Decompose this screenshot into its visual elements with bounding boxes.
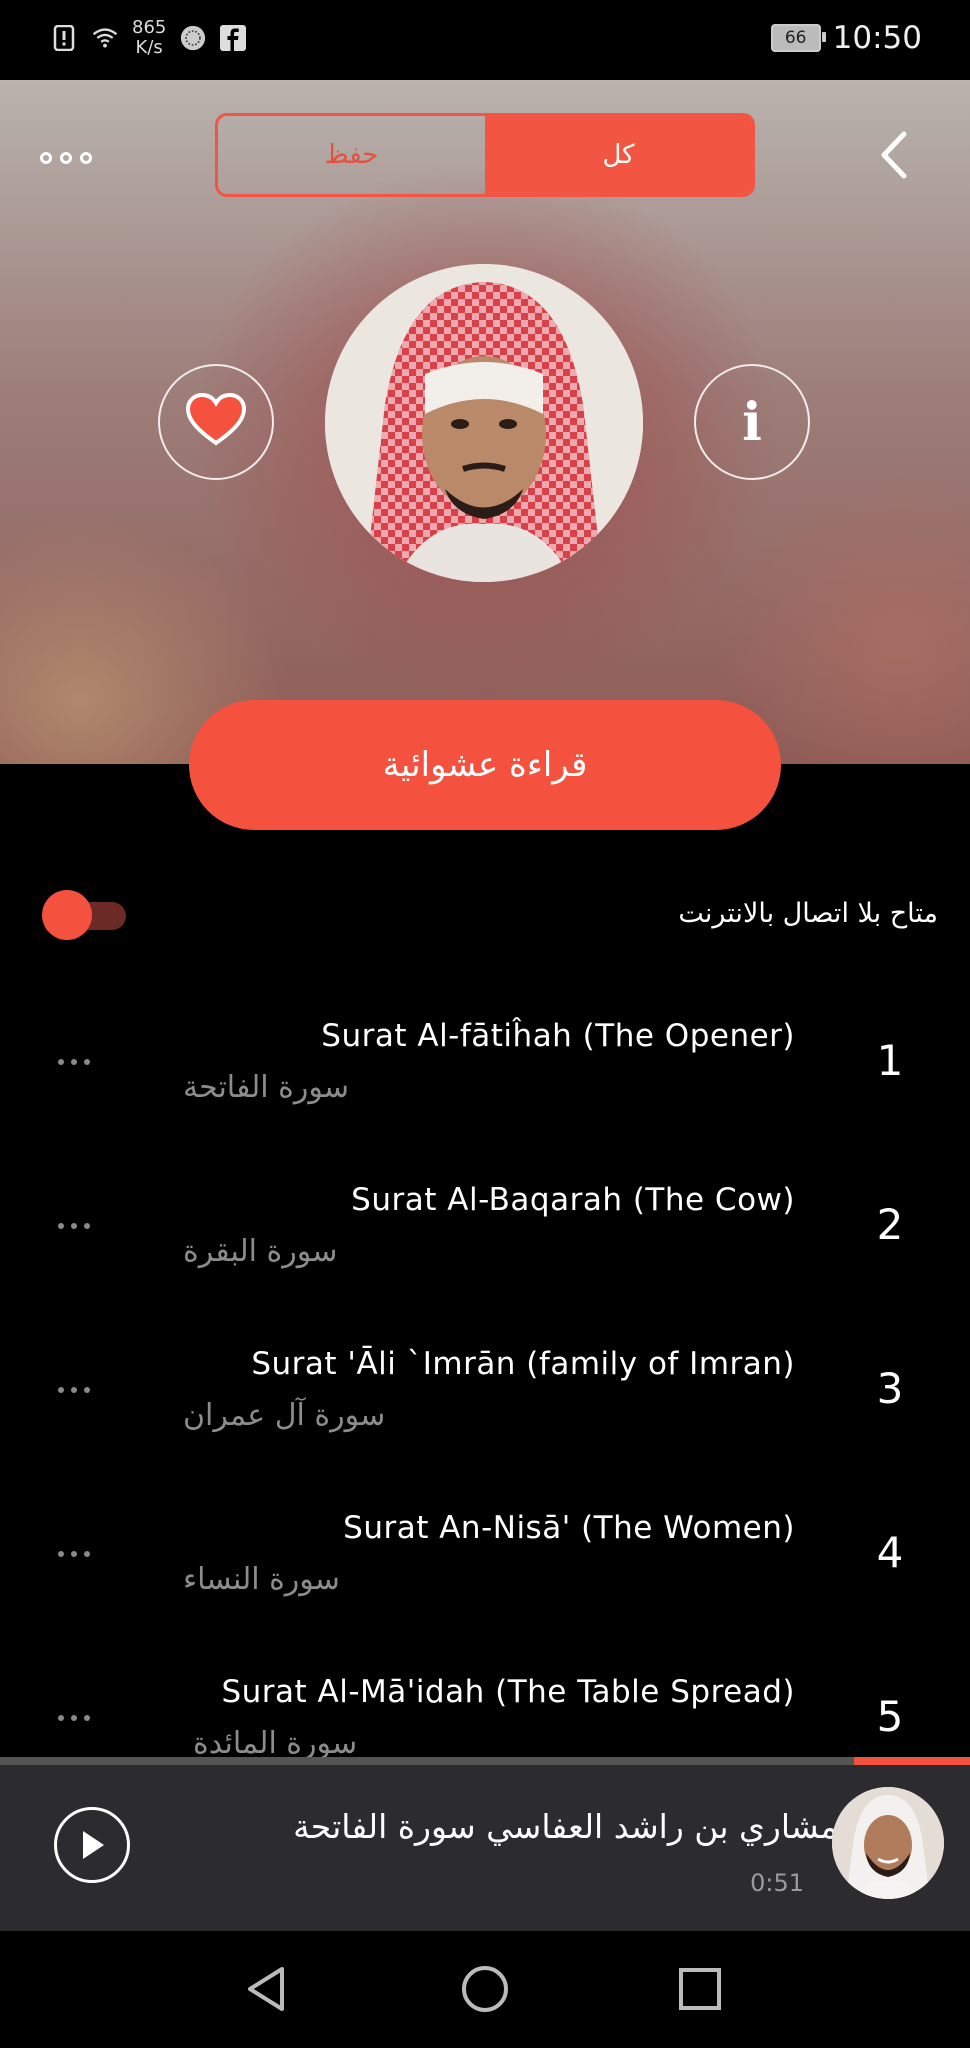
alert-icon bbox=[52, 25, 78, 51]
wifi-icon bbox=[92, 25, 118, 51]
surah-arabic-name: سورة الفاتحة bbox=[183, 1070, 349, 1105]
row-more-button[interactable] bbox=[58, 1206, 108, 1246]
toggle-knob bbox=[42, 890, 92, 940]
dot-icon bbox=[84, 1715, 90, 1721]
surah-title: Surat An-Nisā' (The Women) bbox=[343, 1510, 795, 1546]
surah-title: Surat Al-Mā'idah (The Table Spread) bbox=[221, 1674, 795, 1710]
playback-progress[interactable] bbox=[0, 1757, 970, 1765]
more-options-button[interactable] bbox=[40, 138, 110, 178]
now-playing-avatar bbox=[832, 1787, 944, 1899]
nav-recents-button[interactable] bbox=[672, 1961, 728, 2017]
play-icon bbox=[83, 1831, 104, 1859]
app-icon bbox=[180, 25, 206, 51]
surah-number: 2 bbox=[876, 1200, 904, 1249]
offline-label: متاح بلا اتصال بالانترنت bbox=[678, 898, 938, 929]
row-more-button[interactable] bbox=[58, 1534, 108, 1574]
dot-icon bbox=[84, 1059, 90, 1065]
surah-arabic-name: سورة البقرة bbox=[183, 1234, 338, 1269]
status-left: 865 K/s bbox=[52, 18, 247, 58]
tab-memorize[interactable]: حفظ bbox=[218, 116, 485, 194]
dot-icon bbox=[71, 1059, 77, 1065]
dot-icon bbox=[71, 1715, 77, 1721]
info-button[interactable]: i bbox=[694, 364, 810, 480]
list-item[interactable]: Surat 'Āli `Imrān (family of Imran) سورة… bbox=[0, 1318, 970, 1482]
offline-row: متاح بلا اتصال بالانترنت bbox=[0, 880, 970, 950]
favorite-button[interactable] bbox=[158, 364, 274, 480]
list-item[interactable]: Surat An-Nisā' (The Women) سورة النساء 4 bbox=[0, 1482, 970, 1646]
net-speed-value: 865 bbox=[132, 17, 167, 38]
clock: 10:50 bbox=[832, 20, 922, 56]
surah-title: Surat Al-fātiĥah (The Opener) bbox=[321, 1018, 795, 1054]
list-item[interactable]: Surat Al-Baqarah (The Cow) سورة البقرة 2 bbox=[0, 1154, 970, 1318]
dot-icon bbox=[71, 1223, 77, 1229]
recents-icon bbox=[679, 1968, 721, 2010]
dot-icon bbox=[71, 1387, 77, 1393]
dot-icon bbox=[58, 1223, 64, 1229]
dot-icon bbox=[84, 1387, 90, 1393]
surah-arabic-name: سورة المائدة bbox=[193, 1726, 358, 1761]
dot-icon bbox=[80, 152, 92, 164]
nav-home-button[interactable] bbox=[457, 1961, 513, 2017]
now-playing-title: مشاري بن راشد العفاسي سورة الفاتحة bbox=[293, 1807, 838, 1846]
filter-segment: حفظ كل bbox=[215, 113, 755, 197]
surah-number: 5 bbox=[876, 1692, 904, 1741]
home-icon bbox=[462, 1966, 508, 2012]
dot-icon bbox=[58, 1059, 64, 1065]
net-speed-unit: K/s bbox=[135, 37, 163, 58]
surah-number: 4 bbox=[876, 1528, 904, 1577]
play-button[interactable] bbox=[54, 1807, 130, 1883]
system-nav-bar bbox=[0, 1931, 970, 2048]
surah-title: Surat 'Āli `Imrān (family of Imran) bbox=[251, 1346, 795, 1382]
reciter-avatar bbox=[325, 264, 643, 582]
back-button[interactable] bbox=[870, 130, 920, 180]
net-speed: 865 K/s bbox=[132, 18, 166, 58]
dot-icon bbox=[84, 1551, 90, 1557]
playback-progress-fill bbox=[853, 1757, 970, 1765]
facebook-icon bbox=[220, 25, 247, 51]
dot-icon bbox=[40, 152, 52, 164]
list-item[interactable]: Surat Al-fātiĥah (The Opener) سورة الفات… bbox=[0, 990, 970, 1154]
surah-arabic-name: سورة آل عمران bbox=[183, 1398, 386, 1433]
dot-icon bbox=[58, 1715, 64, 1721]
tab-all[interactable]: كل bbox=[485, 116, 752, 194]
surah-number: 1 bbox=[876, 1036, 904, 1085]
dot-icon bbox=[71, 1551, 77, 1557]
battery-icon: 66 bbox=[770, 24, 826, 52]
chevron-left-icon bbox=[881, 131, 907, 179]
offline-toggle[interactable] bbox=[42, 890, 128, 940]
nav-back-button[interactable] bbox=[240, 1961, 296, 2017]
surah-arabic-name: سورة النساء bbox=[183, 1562, 340, 1597]
heart-icon bbox=[185, 392, 247, 451]
dot-icon bbox=[58, 1387, 64, 1393]
surah-number: 3 bbox=[876, 1364, 904, 1413]
dot-icon bbox=[60, 152, 72, 164]
info-icon: i bbox=[742, 391, 762, 453]
row-more-button[interactable] bbox=[58, 1042, 108, 1082]
now-playing-time: 0:51 bbox=[750, 1869, 804, 1897]
status-bar: 865 K/s 66 10:50 bbox=[0, 0, 970, 80]
random-play-button[interactable]: قراءة عشوائية bbox=[189, 700, 781, 830]
dot-icon bbox=[58, 1551, 64, 1557]
battery-level: 66 bbox=[784, 28, 807, 48]
surah-title: Surat Al-Baqarah (The Cow) bbox=[351, 1182, 795, 1218]
row-more-button[interactable] bbox=[58, 1370, 108, 1410]
status-right: 66 10:50 bbox=[770, 20, 922, 56]
back-icon bbox=[248, 1967, 284, 2011]
now-playing-bar[interactable]: مشاري بن راشد العفاسي سورة الفاتحة 0:51 bbox=[0, 1757, 970, 1931]
row-more-button[interactable] bbox=[58, 1698, 108, 1738]
dot-icon bbox=[84, 1223, 90, 1229]
